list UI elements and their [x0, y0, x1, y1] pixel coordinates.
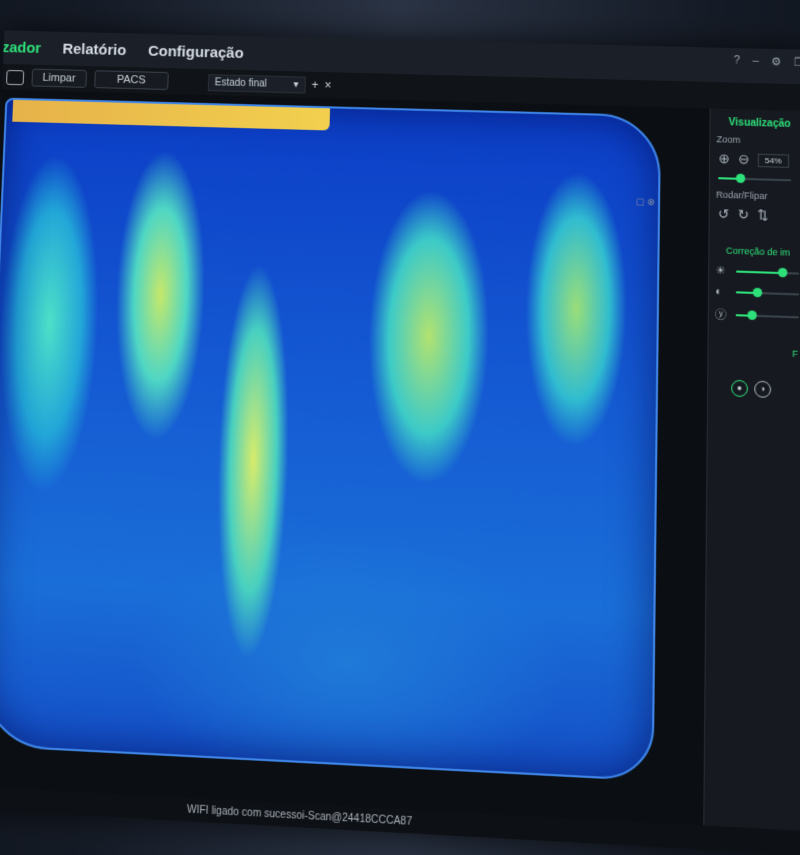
- pacs-button[interactable]: PACS: [94, 70, 169, 90]
- state-select[interactable]: Estado final ▾: [208, 74, 306, 94]
- gamma-slider[interactable]: [736, 314, 799, 318]
- gamma-icon: ⓨ: [715, 306, 732, 323]
- brightness-slider[interactable]: [736, 270, 799, 274]
- xray-sensor-edge: [12, 100, 330, 131]
- correction-title: Correção de im: [726, 245, 800, 258]
- menu-visualizador[interactable]: izador: [0, 39, 41, 57]
- help-icon[interactable]: ?: [734, 54, 740, 67]
- comment-icon[interactable]: [6, 69, 24, 84]
- rotate-left-icon[interactable]: ↺: [718, 206, 729, 223]
- flip-icon[interactable]: ⇅: [757, 207, 768, 224]
- filter-buttons: ● ◑: [731, 380, 800, 400]
- status-text: WIFI ligado com sucessoi-Scan@24418CCCA8…: [187, 803, 412, 827]
- state-select-value: Estado final: [215, 77, 267, 89]
- right-panel: Visualização Zoom ⊕ ⊖ 54% Rodar/Flipar ↺…: [703, 108, 800, 831]
- rotate-right-icon[interactable]: ↻: [738, 207, 749, 224]
- zoom-slider-handle[interactable]: [736, 174, 745, 184]
- filter-section-title: F: [792, 348, 800, 359]
- restore-icon[interactable]: ❐: [794, 56, 800, 69]
- chevron-down-icon: ▾: [293, 79, 298, 90]
- clear-button[interactable]: Limpar: [31, 69, 86, 88]
- filter-color-icon[interactable]: ●: [731, 380, 748, 397]
- maximize-icon[interactable]: ▢: [636, 196, 645, 207]
- settings-icon[interactable]: ⚙: [771, 55, 781, 68]
- dental-xray-image[interactable]: [0, 98, 661, 782]
- menu-configuracao[interactable]: Configuração: [148, 42, 244, 61]
- contrast-icon: ◐: [715, 285, 732, 298]
- add-icon[interactable]: +: [311, 78, 318, 92]
- zoom-slider[interactable]: [718, 177, 791, 181]
- close-icon[interactable]: ×: [324, 78, 331, 92]
- zoom-out-icon[interactable]: ⊖: [738, 151, 749, 168]
- window-controls: ? – ⚙ ❐: [734, 54, 800, 69]
- contrast-row: ◐: [715, 285, 800, 301]
- minimize-icon[interactable]: –: [752, 55, 758, 68]
- close-viewer-icon[interactable]: ⊗: [647, 197, 655, 207]
- brightness-slider-handle[interactable]: [778, 267, 787, 277]
- brightness-icon: ☀: [715, 264, 732, 278]
- brightness-row: ☀: [715, 264, 800, 281]
- zoom-in-icon[interactable]: ⊕: [718, 151, 729, 168]
- image-viewer[interactable]: ▢ ⊗: [0, 90, 710, 826]
- rotate-controls: ↺ ↻ ⇅: [718, 206, 800, 225]
- panel-title: Visualização: [710, 117, 800, 131]
- zoom-label: Zoom: [717, 134, 800, 147]
- zoom-controls: ⊕ ⊖ 54%: [718, 151, 800, 170]
- filter-mono-icon[interactable]: ◑: [754, 381, 771, 398]
- gamma-slider-handle[interactable]: [747, 310, 756, 320]
- gamma-row: ⓨ: [715, 306, 800, 326]
- zoom-value[interactable]: 54%: [758, 153, 789, 167]
- viewer-window-controls: ▢ ⊗: [636, 196, 655, 208]
- contrast-slider[interactable]: [736, 291, 799, 295]
- rotate-label: Rodar/Flipar: [716, 189, 800, 202]
- contrast-slider-handle[interactable]: [752, 288, 761, 298]
- app-window: izador Relatório Configuração ? – ⚙ ❐ Li…: [0, 30, 800, 855]
- menu-relatorio[interactable]: Relatório: [62, 40, 126, 58]
